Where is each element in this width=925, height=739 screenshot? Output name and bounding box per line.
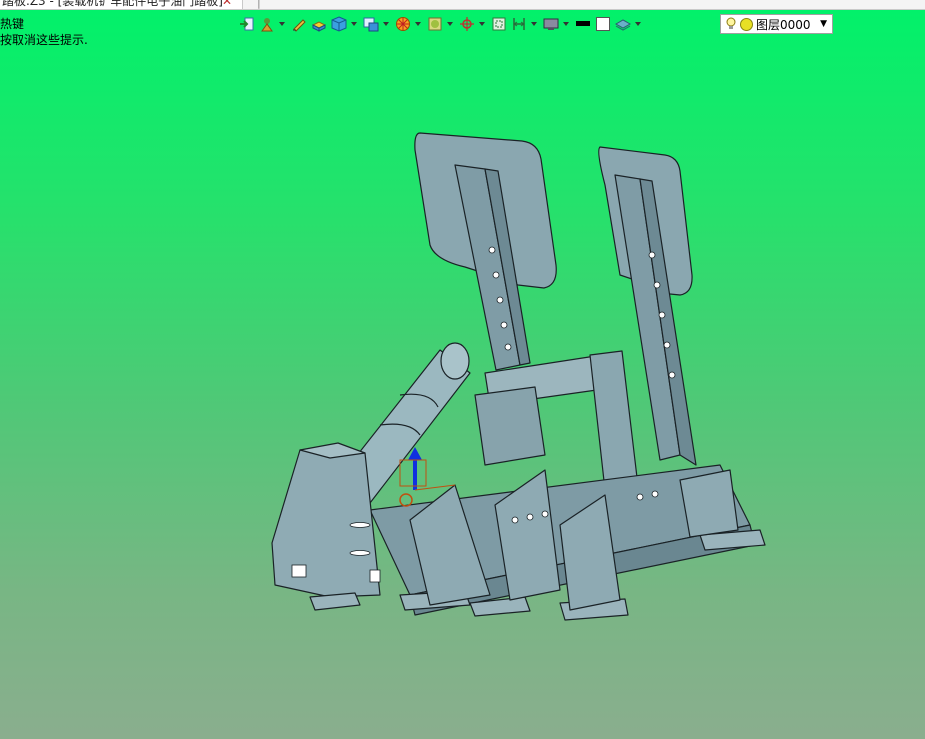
chevron-down-icon[interactable] bbox=[414, 15, 421, 33]
layer-color-dot bbox=[740, 17, 753, 31]
render-wheel-icon[interactable] bbox=[394, 15, 412, 33]
chevron-down-icon[interactable] bbox=[278, 15, 285, 33]
color-black-swatch[interactable] bbox=[574, 15, 592, 33]
chevron-down-icon[interactable] bbox=[382, 15, 389, 33]
color-white-swatch[interactable] bbox=[594, 15, 612, 33]
chevron-down-icon[interactable] bbox=[634, 15, 641, 33]
shade-icon[interactable] bbox=[426, 15, 444, 33]
chevron-down-icon[interactable] bbox=[478, 15, 485, 33]
cancel-hint: 按取消这些提示. bbox=[0, 33, 88, 47]
chevron-down-icon[interactable]: ▼ bbox=[820, 19, 827, 29]
snap-icon[interactable] bbox=[458, 15, 476, 33]
layer-select[interactable]: 图层0000 ▼ bbox=[720, 14, 833, 34]
hotkey-hint: 热键 bbox=[0, 17, 25, 31]
light-bulb-icon[interactable] bbox=[725, 17, 737, 31]
zoom-fit-icon[interactable] bbox=[490, 15, 508, 33]
view-orient-icon[interactable] bbox=[362, 15, 380, 33]
select-filter-icon[interactable] bbox=[258, 15, 276, 33]
cube-icon[interactable] bbox=[330, 15, 348, 33]
pedal-assembly-model[interactable] bbox=[260, 125, 780, 630]
pencil-icon[interactable] bbox=[290, 15, 308, 33]
document-tab[interactable]: 踏板.Z3 - [装载机铲车配件电子油门踏板] ✕ bbox=[0, 0, 243, 9]
close-tab-icon[interactable]: ✕ bbox=[222, 0, 232, 9]
chevron-down-icon[interactable] bbox=[530, 15, 537, 33]
new-tab-plus-icon[interactable]: | bbox=[257, 0, 261, 9]
solid-box-icon[interactable] bbox=[310, 15, 328, 33]
view-toolbar bbox=[238, 13, 718, 35]
monitor-icon[interactable] bbox=[542, 15, 560, 33]
chevron-down-icon[interactable] bbox=[350, 15, 357, 33]
document-tab-title: 踏板.Z3 - [装载机铲车配件电子油门踏板] bbox=[2, 0, 223, 8]
ruler-icon[interactable] bbox=[510, 15, 528, 33]
chevron-down-icon[interactable] bbox=[562, 15, 569, 33]
layer-name: 图层0000 bbox=[756, 17, 811, 32]
layer-stack-icon[interactable] bbox=[614, 15, 632, 33]
import-icon[interactable] bbox=[238, 15, 256, 33]
chevron-down-icon[interactable] bbox=[446, 15, 453, 33]
document-tab-bar: 踏板.Z3 - [装载机铲车配件电子油门踏板] ✕ | bbox=[0, 0, 925, 10]
